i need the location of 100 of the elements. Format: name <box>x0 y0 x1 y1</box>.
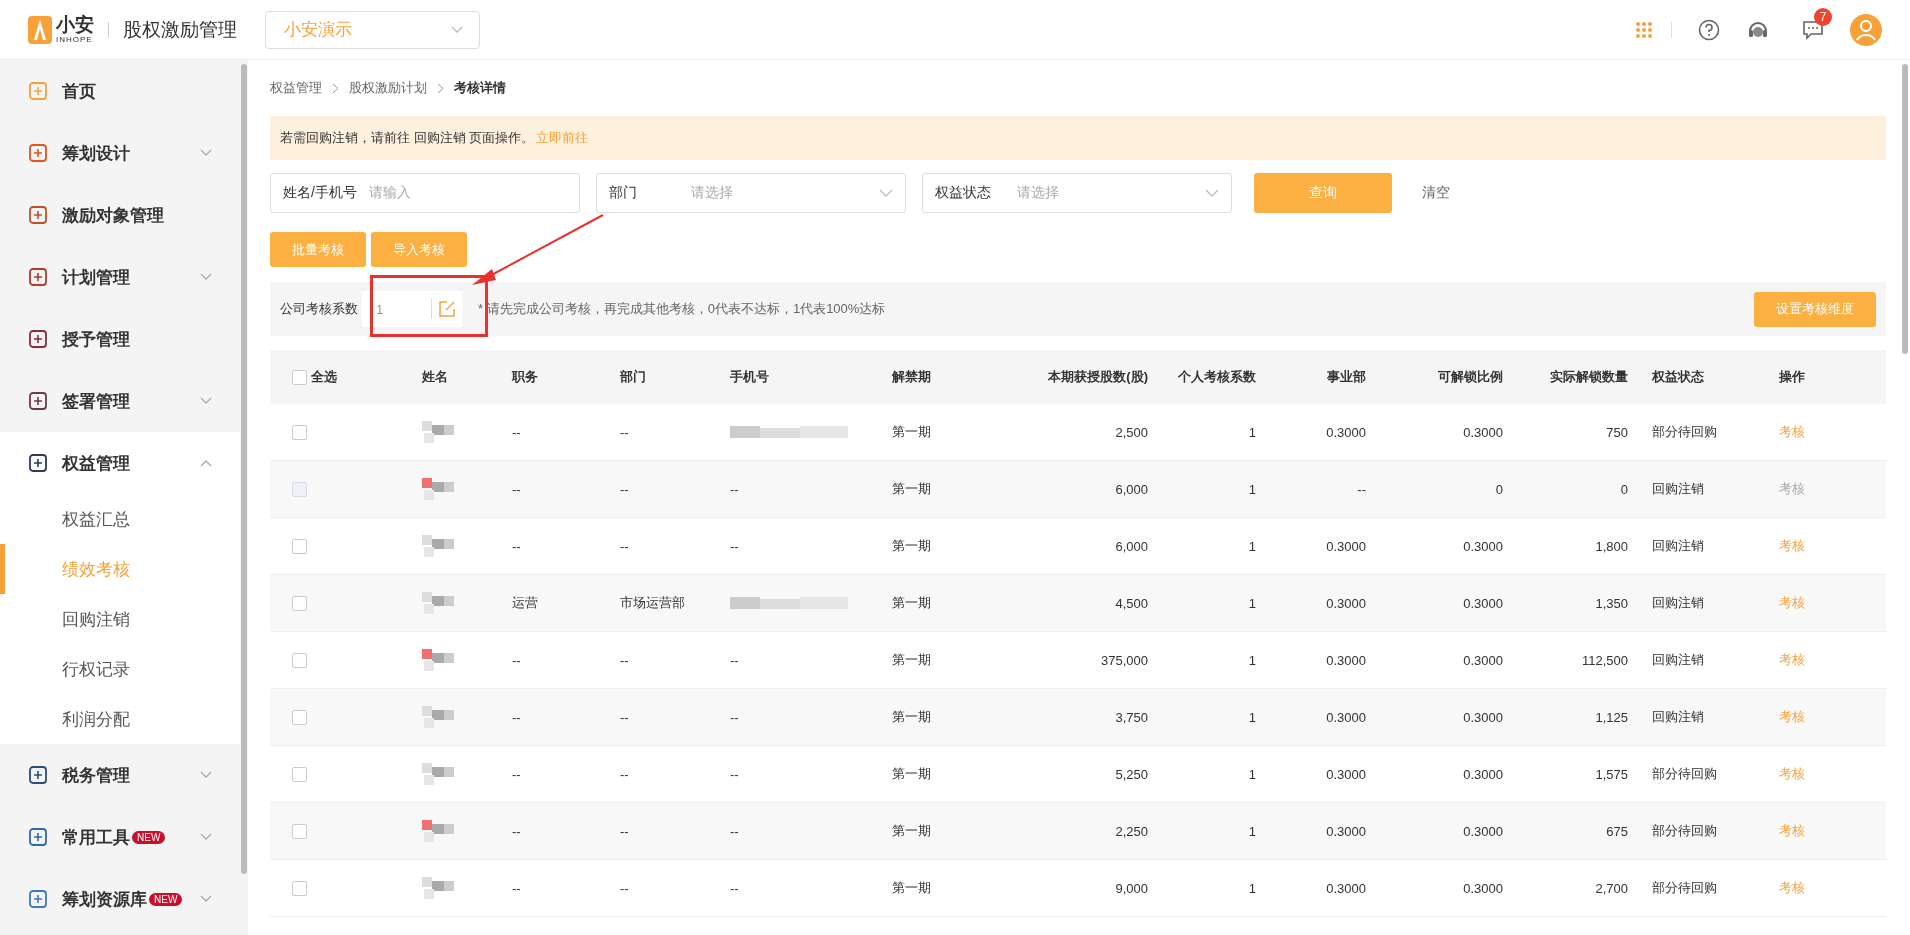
message-icon[interactable] <box>1802 19 1824 40</box>
menu-icon <box>28 827 48 847</box>
table-cell: 0.3000 <box>1463 766 1503 782</box>
logo-icon <box>28 15 52 44</box>
menu-item[interactable]: 筹划资源库 NEW <box>0 868 240 930</box>
menu-item[interactable]: 授予管理 <box>0 308 240 370</box>
table-cell: 0.3000 <box>1463 880 1503 896</box>
table-cell: -- <box>730 709 739 725</box>
input-field[interactable]: 姓名/手机号 请输入 <box>270 173 580 213</box>
row-checkbox[interactable] <box>292 595 307 611</box>
chevron-right-icon <box>332 82 339 94</box>
table-cell: 0.3000 <box>1463 709 1503 725</box>
table-cell: 0.3000 <box>1463 652 1503 668</box>
menu-item[interactable]: 权益管理 <box>0 432 240 494</box>
table-cell: 1 <box>1248 709 1256 725</box>
table-cell: 2,700 <box>1595 880 1628 896</box>
table-cell: 1 <box>1248 766 1256 782</box>
table-cell-text: 回购注销 <box>1651 651 1705 669</box>
table-cell-text: -- <box>511 652 522 668</box>
breadcrumb-link[interactable]: 权益管理 <box>270 79 322 97</box>
row-checkbox[interactable] <box>292 652 307 668</box>
column-header: 姓名 <box>422 368 448 386</box>
table-cell: 1 <box>1248 880 1256 896</box>
table-cell-text: 回购注销 <box>1651 480 1705 498</box>
submenu-item[interactable]: 权益汇总 <box>0 494 240 544</box>
submenu-item[interactable]: 行权记录 <box>0 644 240 694</box>
row-checkbox[interactable] <box>292 823 307 839</box>
menu-icon <box>28 391 48 411</box>
menu-item[interactable]: 计划管理 <box>0 246 240 308</box>
table-cell-text: 第一期 <box>891 594 932 612</box>
table-cell: 112,500 <box>1581 652 1628 668</box>
table-cell-text: 回购注销 <box>1651 594 1705 612</box>
clear-link[interactable]: 清空 <box>1422 184 1450 202</box>
menu-item[interactable]: 筹划设计 <box>0 122 240 184</box>
table-cell: 1 <box>1248 652 1256 668</box>
table-cell: 1,800 <box>1595 538 1628 554</box>
menu-icon <box>28 765 48 785</box>
table-cell: 375,000 <box>1101 652 1148 668</box>
chevron-down-icon <box>879 189 893 197</box>
avatar-icon[interactable] <box>1850 13 1882 46</box>
column-header: 部门 <box>620 368 646 386</box>
column-header: 权益状态 <box>1652 368 1704 386</box>
menu-icon <box>28 453 48 473</box>
select-field[interactable]: 部门 请选择 <box>596 173 906 213</box>
edit-icon[interactable] <box>438 300 456 318</box>
table-cell-text: -- <box>619 823 630 839</box>
table-cell-text: -- <box>511 880 522 896</box>
table-cell-text: 第一期 <box>891 423 932 441</box>
row-checkbox[interactable] <box>292 424 307 440</box>
table-cell: 1,125 <box>1595 709 1628 725</box>
menu-icon <box>28 889 48 909</box>
table-cell: 1,350 <box>1595 595 1628 611</box>
review-link: 考核 <box>1779 480 1805 498</box>
row-checkbox[interactable] <box>292 880 307 896</box>
table-cell: 6,000 <box>1115 481 1148 497</box>
table-cell-text: 第一期 <box>891 765 932 783</box>
table-cell: 0.3000 <box>1326 595 1366 611</box>
table-cell: 675 <box>1606 823 1628 839</box>
table-cell-text: -- <box>511 709 522 725</box>
column-header: 个人考核系数 <box>1178 368 1256 386</box>
table-cell: 3,750 <box>1115 709 1148 725</box>
new-badge: NEW <box>132 830 166 844</box>
chevron-down-icon <box>451 25 463 34</box>
column-header: 实际解锁数量 <box>1550 368 1628 386</box>
new-badge: NEW <box>149 892 183 906</box>
notice-text: 若需回购注销，请前往 回购注销 页面操作。 <box>280 129 535 147</box>
table-cell-text: -- <box>619 481 630 497</box>
menu-item[interactable]: 税务管理 <box>0 744 240 806</box>
table-cell-text: -- <box>511 538 522 554</box>
row-checkbox[interactable] <box>292 709 307 725</box>
menu-item[interactable]: 首页 <box>0 60 240 122</box>
table-cell: -- <box>730 481 739 497</box>
apps-grid-icon[interactable] <box>1635 20 1653 39</box>
help-icon[interactable] <box>1698 18 1720 41</box>
table-cell-text: 回购注销 <box>1651 537 1705 555</box>
table-cell: 1 <box>1248 595 1256 611</box>
table-cell-text: -- <box>619 538 630 554</box>
submenu-item[interactable]: 利润分配 <box>0 694 240 744</box>
row-checkbox[interactable] <box>292 766 307 782</box>
table-cell: 1 <box>1248 424 1256 440</box>
menu-item[interactable]: 签署管理 <box>0 370 240 432</box>
table-cell-text: -- <box>511 481 522 497</box>
breadcrumb-link[interactable]: 股权激励计划 <box>349 79 427 97</box>
table-cell-text: 第一期 <box>891 480 932 498</box>
select-field[interactable]: 权益状态 请选择 <box>922 173 1232 213</box>
table-cell: 0.3000 <box>1326 880 1366 896</box>
table-cell: 0.3000 <box>1463 823 1503 839</box>
logo-subtitle: INHOPE <box>56 36 94 44</box>
row-checkbox[interactable] <box>292 538 307 554</box>
table-cell-text: 部分待回购 <box>1651 822 1718 840</box>
menu-icon <box>28 267 48 287</box>
menu-item[interactable]: 常用工具 NEW <box>0 806 240 868</box>
table-cell: 750 <box>1606 424 1628 440</box>
column-header: 全选 <box>311 368 337 386</box>
table-cell: -- <box>730 823 739 839</box>
menu-item[interactable]: 激励对象管理 <box>0 184 240 246</box>
table-cell: 0.3000 <box>1326 424 1366 440</box>
select-all-checkbox[interactable] <box>292 369 307 385</box>
notification-badge: 7 <box>1814 7 1832 26</box>
submenu-item[interactable]: 回购注销 <box>0 594 240 644</box>
